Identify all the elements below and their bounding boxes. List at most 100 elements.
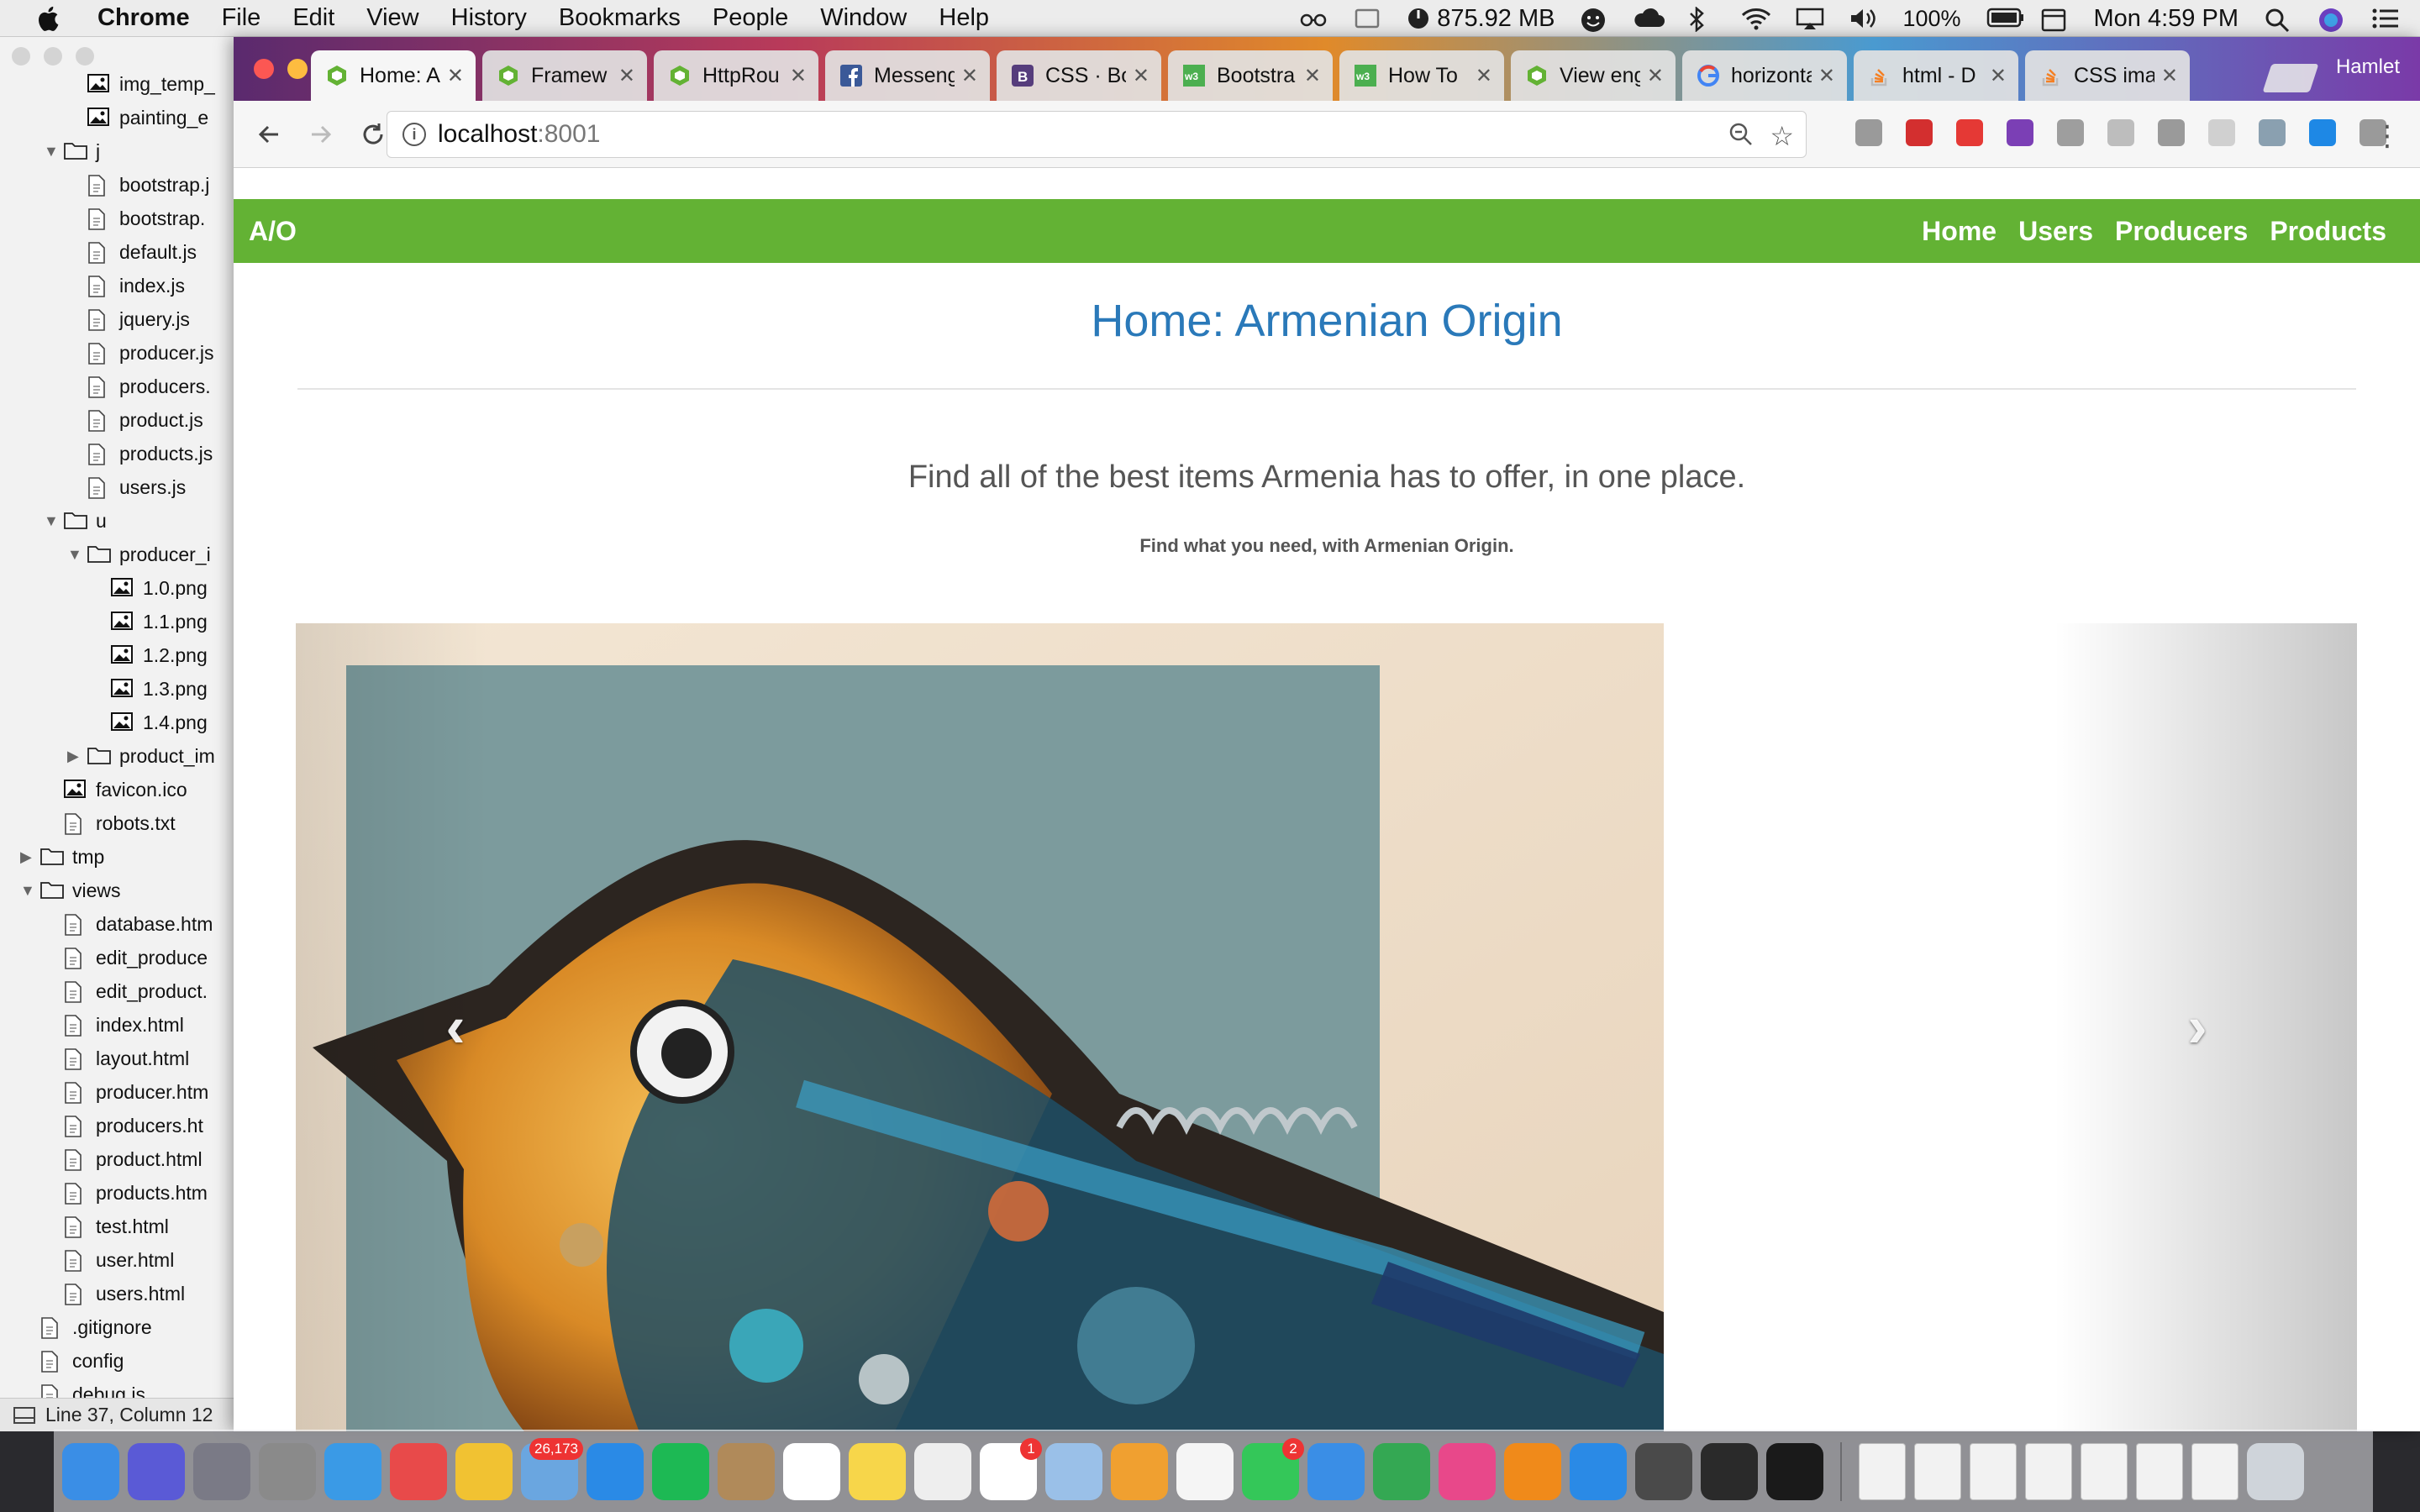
document-icon[interactable]	[2025, 1442, 2072, 1500]
preview-icon[interactable]	[1045, 1442, 1102, 1500]
calendar-widget-icon[interactable]	[2040, 7, 2069, 32]
menu-history[interactable]: History	[451, 4, 527, 32]
adblock-icon[interactable]	[1906, 119, 1933, 146]
tab-close-icon[interactable]: ✕	[618, 64, 635, 88]
calendar-icon[interactable]	[783, 1442, 840, 1500]
browser-tab[interactable]: horizonta ✕	[1682, 50, 1847, 101]
nav-link-users[interactable]: Users	[2018, 216, 2093, 247]
file-tree-item[interactable]: ▼ producer_i	[0, 538, 243, 571]
apple-logo-icon[interactable]	[35, 4, 64, 33]
file-tree-item[interactable]: producers.ht	[0, 1109, 243, 1142]
browser-tab[interactable]: Messeng ✕	[825, 50, 990, 101]
file-tree-item[interactable]: edit_product.	[0, 974, 243, 1008]
file-tree-item[interactable]: 1.1.png	[0, 605, 243, 638]
pages-icon[interactable]	[1111, 1442, 1168, 1500]
activity-monitor-icon[interactable]	[1701, 1442, 1758, 1500]
zoom-icon[interactable]	[76, 47, 94, 66]
js-ext-icon[interactable]	[1855, 119, 1882, 146]
file-tree-item[interactable]: painting_e	[0, 101, 243, 134]
screen-icon[interactable]	[1353, 7, 1381, 30]
file-tree-item[interactable]: layout.html	[0, 1042, 243, 1075]
close-icon[interactable]	[12, 47, 30, 66]
browser-tab[interactable]: w3 Bootstra ✕	[1168, 50, 1333, 101]
menu-people[interactable]: People	[713, 4, 788, 32]
close-window-icon[interactable]	[254, 59, 274, 79]
clock[interactable]: Mon 4:59 PM	[2094, 5, 2238, 33]
siri-menu-icon[interactable]	[2317, 7, 2346, 32]
ibooks-icon[interactable]	[1504, 1442, 1561, 1500]
battery-icon[interactable]	[1986, 7, 2023, 30]
minimize-icon[interactable]	[44, 47, 62, 66]
nav-link-producers[interactable]: Producers	[2115, 216, 2248, 247]
panel-toggle-icon[interactable]	[13, 1406, 35, 1424]
document-icon[interactable]	[1914, 1442, 1961, 1500]
menu-help[interactable]: Help	[939, 4, 989, 32]
volume-icon[interactable]	[1849, 7, 1877, 30]
document-icon[interactable]	[2081, 1442, 2128, 1500]
bluetooth-icon[interactable]	[1687, 6, 1716, 33]
file-tree-item[interactable]: index.js	[0, 269, 243, 302]
trash-icon[interactable]	[2247, 1442, 2304, 1500]
file-tree-item[interactable]: products.htm	[0, 1176, 243, 1210]
tab-active[interactable]: Home: A ✕	[311, 50, 476, 101]
file-tree-item[interactable]: producer.js	[0, 336, 243, 370]
document-icon[interactable]	[2136, 1442, 2183, 1500]
menu-edit[interactable]: Edit	[292, 4, 334, 32]
tab-close-icon[interactable]: ✕	[447, 64, 464, 88]
browser-tab[interactable]: View eng ✕	[1511, 50, 1676, 101]
browser-tab[interactable]: Framew ✕	[482, 50, 647, 101]
file-tree-item[interactable]: 1.4.png	[0, 706, 243, 739]
s-ext-icon[interactable]	[2309, 119, 2336, 146]
file-tree-item[interactable]: config	[0, 1344, 243, 1378]
tab-close-icon[interactable]: ✕	[2161, 64, 2178, 88]
file-tree-item[interactable]: bootstrap.j	[0, 168, 243, 202]
file-tree-item[interactable]: edit_produce	[0, 941, 243, 974]
reload-button[interactable]	[356, 118, 390, 151]
disclosure-closed-icon[interactable]: ▶	[67, 748, 84, 765]
file-tree-item[interactable]: database.htm	[0, 907, 243, 941]
r-ext-icon[interactable]	[2158, 119, 2185, 146]
editor-window-controls[interactable]	[12, 47, 94, 66]
cloud-icon[interactable]	[1634, 7, 1665, 30]
carousel-next-button[interactable]: ›	[2172, 993, 2223, 1060]
terminal-icon[interactable]	[1766, 1442, 1823, 1500]
document-icon[interactable]	[1970, 1442, 2017, 1500]
site-brand[interactable]: A/O	[249, 216, 297, 247]
menu-app-name[interactable]: Chrome	[97, 4, 190, 32]
spotlight-search-icon[interactable]	[2264, 7, 2292, 33]
ext-icon[interactable]	[2208, 119, 2235, 146]
file-tree-item[interactable]: jquery.js	[0, 302, 243, 336]
file-tree-item[interactable]: producer.htm	[0, 1075, 243, 1109]
file-tree-item[interactable]: producers.	[0, 370, 243, 403]
profile-name[interactable]: Hamlet	[2336, 55, 2400, 79]
file-tree-item[interactable]: default.js	[0, 235, 243, 269]
finder-icon[interactable]	[62, 1442, 119, 1500]
file-tree-item[interactable]: product.html	[0, 1142, 243, 1176]
file-tree-item[interactable]: users.html	[0, 1277, 243, 1310]
mail-icon[interactable]: 26,173	[521, 1437, 583, 1500]
file-tree-item[interactable]: ▼ u	[0, 504, 243, 538]
file-tree-item[interactable]: ▶ tmp	[0, 840, 243, 874]
browser-tab[interactable]: HttpRou ✕	[654, 50, 818, 101]
tab-close-icon[interactable]: ✕	[1304, 64, 1321, 88]
file-tree-item[interactable]: user.html	[0, 1243, 243, 1277]
carousel-prev-button[interactable]: ‹	[430, 993, 481, 1060]
grid-ext-icon[interactable]	[2107, 119, 2134, 146]
file-tree-item[interactable]: .gitignore	[0, 1310, 243, 1344]
tab-close-icon[interactable]: ✕	[1990, 64, 2007, 88]
menu-view[interactable]: View	[366, 4, 418, 32]
file-tree-item[interactable]: users.js	[0, 470, 243, 504]
file-tree-item[interactable]: bootstrap.	[0, 202, 243, 235]
new-tab-button[interactable]	[2262, 64, 2319, 92]
keynote-icon[interactable]	[1307, 1442, 1365, 1500]
file-tree-item[interactable]: img_temp_	[0, 67, 243, 101]
file-tree-item[interactable]: favicon.ico	[0, 773, 243, 806]
menu-bookmarks[interactable]: Bookmarks	[559, 4, 681, 32]
tab-close-icon[interactable]: ✕	[790, 64, 807, 88]
notification-center-icon[interactable]	[2371, 7, 2400, 30]
disclosure-closed-icon[interactable]: ▶	[20, 848, 37, 866]
tab-close-icon[interactable]: ✕	[1647, 64, 1664, 88]
browser-tab[interactable]: html - D ✕	[1854, 50, 2018, 101]
skype-icon[interactable]	[2259, 119, 2286, 146]
browser-tab[interactable]: B CSS · Bo ✕	[997, 50, 1161, 101]
